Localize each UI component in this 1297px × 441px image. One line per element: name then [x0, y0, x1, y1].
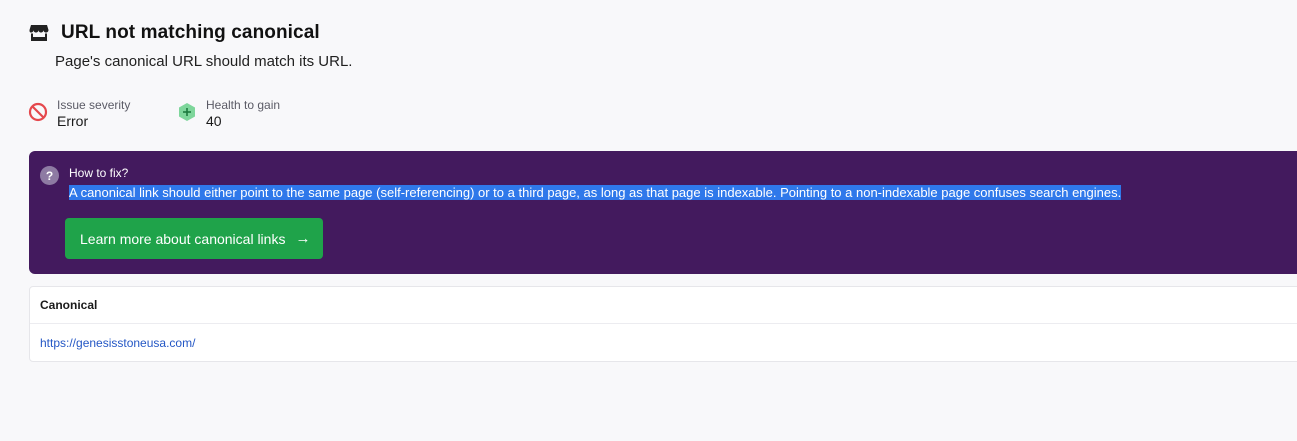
how-to-fix-panel: ? How to fix? A canonical link should ei…: [29, 151, 1297, 274]
canonical-url-link[interactable]: https://genesisstoneusa.com/: [40, 336, 195, 350]
health-label: Health to gain: [206, 98, 281, 112]
plus-hexagon-icon: [177, 102, 197, 122]
issue-title-row: URL not matching canonical: [29, 22, 320, 44]
how-to-fix-heading: How to fix?: [69, 166, 129, 180]
how-to-fix-text-selected: A canonical link should either point to …: [69, 185, 1122, 200]
learn-more-button[interactable]: Learn more about canonical links →: [65, 218, 323, 259]
store-icon: [29, 23, 49, 43]
how-to-fix-text: A canonical link should either point to …: [69, 185, 1122, 200]
health-value: 40: [206, 113, 222, 129]
question-icon: ?: [40, 166, 59, 185]
table-header-canonical: Canonical: [30, 287, 1297, 324]
issue-severity: Issue severity Error: [28, 98, 130, 129]
issue-description: Page's canonical URL should match its UR…: [55, 53, 353, 70]
no-entry-icon: [28, 102, 48, 122]
learn-more-label: Learn more about canonical links: [80, 230, 286, 247]
canonical-table: Canonical https://genesisstoneusa.com/: [29, 286, 1297, 362]
table-row: https://genesisstoneusa.com/: [30, 324, 1297, 362]
severity-value: Error: [57, 113, 89, 129]
severity-label: Issue severity: [57, 98, 131, 112]
issue-title: URL not matching canonical: [61, 22, 320, 43]
issue-detail-page: URL not matching canonical Page's canoni…: [0, 0, 1297, 441]
health-to-gain: Health to gain 40: [177, 98, 280, 129]
arrow-right-icon: →: [295, 230, 311, 247]
